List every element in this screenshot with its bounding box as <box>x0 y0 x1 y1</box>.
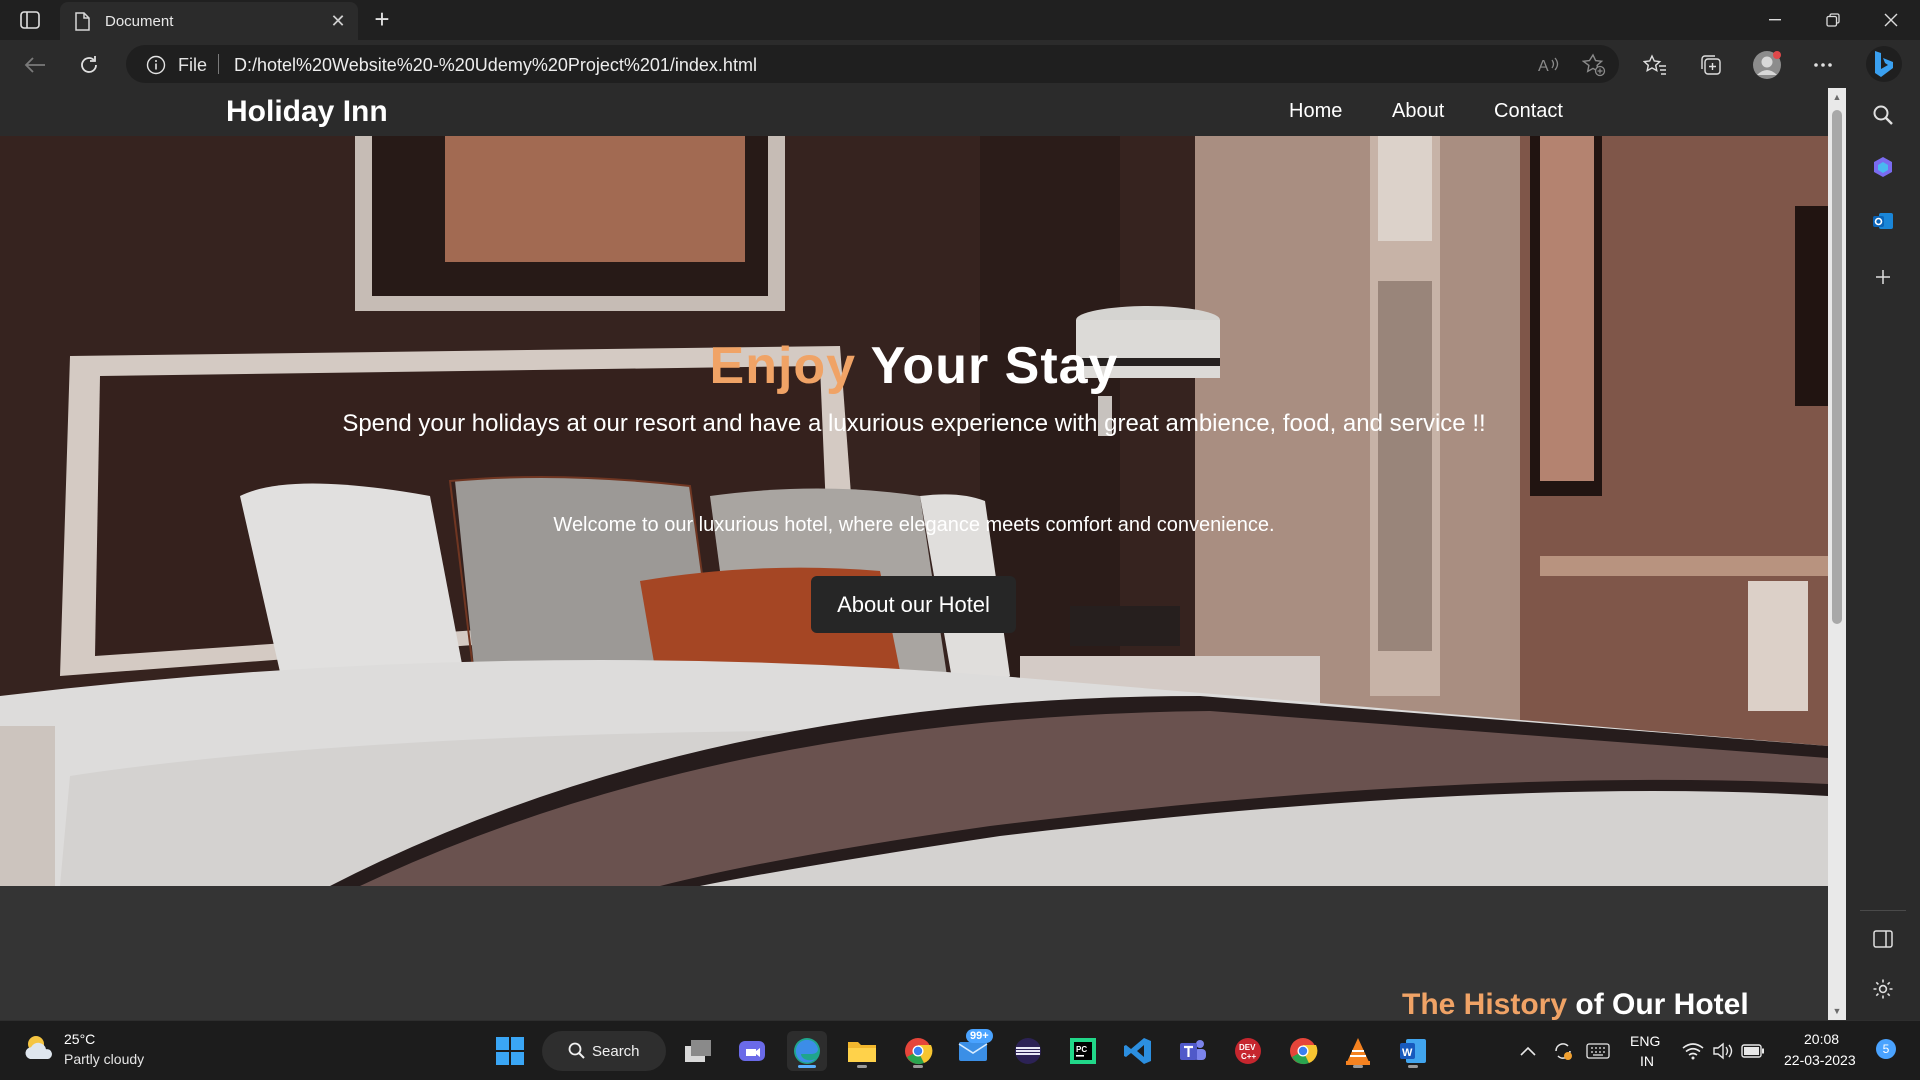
vlc-icon[interactable] <box>1338 1031 1378 1071</box>
clock-date[interactable]: 22-03-2023 <box>1784 1052 1856 1068</box>
svg-text:A: A <box>1538 58 1549 75</box>
chrome-profile-icon[interactable] <box>1283 1031 1323 1071</box>
settings-gear-icon[interactable] <box>1868 974 1898 1004</box>
word-icon[interactable]: W <box>1393 1031 1433 1071</box>
edge-sidebar <box>1846 88 1920 1020</box>
favorites-icon[interactable] <box>1640 50 1670 80</box>
teams-chat-icon[interactable] <box>732 1031 772 1071</box>
address-toolbar: File D:/hotel%20Website%20-%20Udemy%20Pr… <box>0 40 1920 88</box>
keyboard-icon[interactable] <box>1582 1031 1614 1071</box>
close-window-button[interactable] <box>1868 6 1914 34</box>
history-heading-rest: of Our Hotel <box>1567 988 1749 1020</box>
close-tab-icon[interactable]: ✕ <box>328 11 348 31</box>
volume-icon[interactable] <box>1708 1031 1738 1071</box>
hero-title: Enjoy Your Stay <box>0 336 1828 396</box>
running-indicator <box>913 1065 923 1068</box>
history-heading: The History of Our Hotel <box>1402 988 1749 1020</box>
teams-icon[interactable] <box>1173 1031 1213 1071</box>
new-tab-button[interactable]: + <box>368 6 396 34</box>
refresh-button[interactable] <box>74 50 104 80</box>
running-indicator <box>1353 1065 1363 1068</box>
running-indicator <box>1408 1065 1418 1068</box>
sync-icon[interactable] <box>1548 1031 1578 1071</box>
tab-title: Document <box>105 13 174 30</box>
svg-text:DEV: DEV <box>1239 1043 1256 1052</box>
url-text[interactable]: D:/hotel%20Website%20-%20Udemy%20Project… <box>234 55 757 76</box>
back-button[interactable] <box>20 50 50 80</box>
copilot-icon[interactable] <box>1868 152 1898 182</box>
nav-contact[interactable]: Contact <box>1494 100 1563 123</box>
hero-welcome-text: Welcome to our luxurious hotel, where el… <box>553 514 1275 536</box>
add-favorite-icon[interactable] <box>1582 53 1606 77</box>
file-explorer-icon[interactable] <box>842 1031 882 1071</box>
scroll-up-arrow[interactable]: ▲ <box>1832 92 1842 102</box>
info-icon[interactable] <box>146 55 166 80</box>
edge-browser-icon[interactable] <box>787 1031 827 1071</box>
start-button[interactable] <box>490 1031 530 1071</box>
site-navbar: Holiday Inn Home About Contact <box>0 88 1828 136</box>
more-options-icon[interactable] <box>1808 50 1838 80</box>
web-page: Holiday Inn Home About Contact Enjoy You… <box>0 88 1828 1020</box>
url-separator <box>218 54 219 74</box>
search-icon[interactable] <box>1868 100 1898 130</box>
svg-text:W: W <box>1402 1047 1413 1059</box>
chrome-icon[interactable] <box>898 1031 938 1071</box>
svg-text:PC: PC <box>1076 1045 1087 1054</box>
windows-taskbar: 25°C Partly cloudy Search 99+ PC DEV C++… <box>0 1020 1920 1080</box>
site-brand[interactable]: Holiday Inn <box>226 95 388 129</box>
taskbar-search-label: Search <box>592 1043 640 1060</box>
hero-title-accent: Enjoy <box>709 337 857 395</box>
hero-section: Enjoy Your Stay Spend your holidays at o… <box>0 136 1828 886</box>
mail-unread-badge: 99+ <box>966 1029 993 1043</box>
pycharm-icon[interactable]: PC <box>1063 1031 1103 1071</box>
add-sidebar-app-icon[interactable] <box>1868 262 1898 292</box>
scroll-down-arrow[interactable]: ▼ <box>1832 1006 1842 1016</box>
language-code[interactable]: ENG <box>1630 1033 1660 1049</box>
nav-home[interactable]: Home <box>1289 100 1342 123</box>
browser-tab[interactable]: Document ✕ <box>60 2 358 40</box>
address-bar[interactable]: File D:/hotel%20Website%20-%20Udemy%20Pr… <box>126 45 1619 83</box>
chevron-up-icon[interactable] <box>1514 1031 1542 1071</box>
about-hotel-button[interactable]: About our Hotel <box>811 576 1016 633</box>
restore-button[interactable] <box>1810 6 1856 34</box>
clock-time[interactable]: 20:08 <box>1804 1031 1839 1047</box>
dev-cpp-icon[interactable]: DEV C++ <box>1228 1031 1268 1071</box>
active-indicator <box>798 1065 816 1068</box>
split-screen-icon[interactable] <box>1868 924 1898 954</box>
page-scrollbar[interactable]: ▲ ▼ <box>1828 88 1846 1020</box>
history-heading-accent: The History <box>1402 988 1568 1020</box>
language-region[interactable]: IN <box>1640 1053 1654 1069</box>
eclipse-icon[interactable] <box>1008 1031 1048 1071</box>
battery-icon[interactable] <box>1738 1031 1768 1071</box>
svg-text:C++: C++ <box>1241 1052 1256 1061</box>
taskbar-search[interactable]: Search <box>542 1031 666 1071</box>
weather-temperature: 25°C <box>64 1031 96 1047</box>
running-indicator <box>857 1065 867 1068</box>
search-icon <box>568 1042 585 1059</box>
bing-chat-icon[interactable] <box>1866 46 1902 82</box>
profile-avatar[interactable] <box>1752 50 1782 80</box>
nav-about[interactable]: About <box>1392 100 1444 123</box>
url-scheme: File <box>178 55 208 75</box>
hotel-room-image <box>0 136 1828 886</box>
weather-widget[interactable]: 25°C Partly cloudy <box>22 1031 144 1070</box>
collections-icon[interactable] <box>1696 50 1726 80</box>
hero-subtitle: Spend your holidays at our resort and ha… <box>342 410 1486 437</box>
browser-tab-bar: Document ✕ + <box>0 0 1920 40</box>
minimize-button[interactable] <box>1752 6 1798 34</box>
weather-condition: Partly cloudy <box>64 1051 145 1067</box>
notification-badge[interactable]: 5 <box>1876 1039 1896 1059</box>
hero-title-rest: Your Stay <box>856 337 1119 395</box>
sidebar-divider <box>1860 910 1906 911</box>
outlook-icon[interactable] <box>1868 206 1898 236</box>
vscode-icon[interactable] <box>1118 1031 1158 1071</box>
scroll-thumb[interactable] <box>1832 110 1842 624</box>
partly-cloudy-icon <box>25 1036 52 1059</box>
task-view-icon[interactable] <box>678 1031 718 1071</box>
tab-actions-icon[interactable] <box>14 8 46 32</box>
document-icon <box>74 12 90 36</box>
read-aloud-icon[interactable]: A <box>1536 53 1560 77</box>
wifi-icon[interactable] <box>1678 1031 1708 1071</box>
